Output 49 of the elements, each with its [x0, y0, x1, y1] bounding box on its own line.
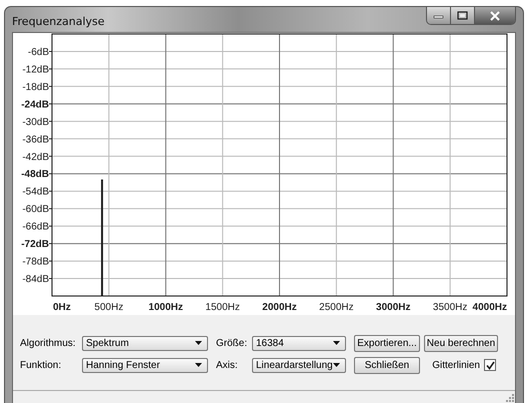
axis-label: 1000Hz — [148, 302, 183, 313]
axis-label: -60dB — [22, 204, 49, 216]
axis-label: -84dB — [22, 274, 49, 286]
axis-label: 3500Hz — [432, 302, 468, 313]
axis-label: 4000Hz — [472, 302, 507, 313]
axis-label: -6dB — [28, 46, 49, 58]
field-label: Funktion: — [20, 360, 62, 370]
dropdown[interactable]: Lineardarstellung — [252, 358, 346, 372]
button[interactable]: Exportieren... — [354, 334, 420, 352]
field-label: Algorithmus: — [20, 338, 77, 348]
checkmark-icon — [486, 360, 494, 370]
axis-label: -42dB — [22, 152, 49, 163]
axis-label: -18dB — [22, 82, 49, 93]
dropdown-arrow-icon — [195, 363, 202, 367]
axis-label: -12dB — [22, 64, 49, 76]
dropdown-arrow-icon — [333, 341, 340, 345]
dropdown-arrow-icon — [195, 341, 202, 345]
axis-label: -72dB — [21, 239, 49, 250]
field-label: Größe: — [216, 338, 248, 348]
maximize-button[interactable] — [451, 7, 475, 24]
window-title: Frequenzanalyse — [12, 15, 105, 28]
axis-label: -36dB — [22, 134, 49, 146]
dropdown[interactable]: Hanning Fenster — [82, 358, 208, 372]
axis-label: -66dB — [22, 222, 49, 233]
close-icon — [489, 10, 501, 20]
axis-label: -54dB — [22, 186, 49, 198]
axis-label: 0Hz — [53, 302, 71, 313]
minimize-icon — [433, 12, 444, 18]
minimize-button[interactable] — [427, 7, 451, 24]
dropdown[interactable]: Spektrum — [82, 336, 208, 350]
axis-label: 2000Hz — [262, 302, 297, 313]
checkbox[interactable] — [484, 359, 496, 371]
axis-label: -30dB — [22, 116, 49, 128]
axis-label: -78dB — [22, 256, 49, 268]
button[interactable]: Schließen — [354, 356, 420, 374]
checkbox-label: Gitterlinien — [432, 360, 480, 370]
maximize-icon — [457, 11, 468, 20]
field-label: Axis: — [216, 360, 239, 370]
axis-label: 1500Hz — [205, 302, 240, 313]
axis-label: -24dB — [21, 99, 49, 110]
axis-label: 500Hz — [94, 302, 124, 313]
close-button[interactable] — [475, 7, 515, 24]
button[interactable]: Neu berechnen — [424, 334, 498, 352]
resize-grip-icon — [506, 394, 514, 402]
axis-label: 2500Hz — [319, 302, 354, 313]
axis-label: -48dB — [21, 169, 49, 180]
axis-label: 3000Hz — [376, 302, 410, 313]
dropdown[interactable]: 16384 — [252, 336, 346, 350]
dropdown-arrow-icon — [333, 363, 340, 367]
